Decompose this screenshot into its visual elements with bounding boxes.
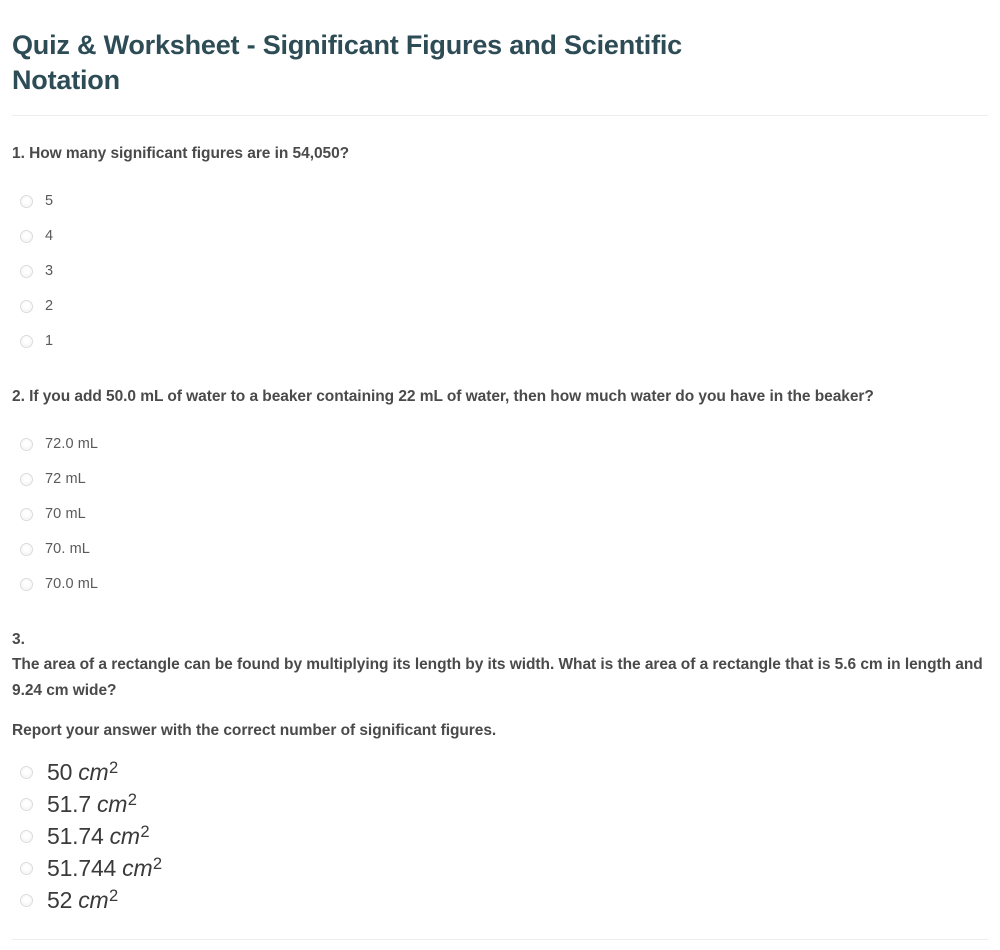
question-subtext-3: Report your answer with the correct numb…: [12, 721, 497, 739]
radio-button-icon[interactable]: [20, 300, 33, 314]
option-label: 70. mL: [45, 541, 90, 558]
radio-button-icon[interactable]: [20, 543, 33, 557]
option-item[interactable]: 5: [12, 184, 988, 219]
option-label: 72 mL: [45, 471, 86, 488]
option-item[interactable]: 70 mL: [12, 497, 988, 532]
page-title: Quiz & Worksheet - Significant Figures a…: [12, 30, 683, 95]
option-value: 51.74: [47, 823, 104, 850]
option-label: 70.0 mL: [45, 576, 99, 593]
radio-button-icon[interactable]: [20, 195, 33, 209]
option-unit: cm: [122, 855, 153, 882]
option-exponent: 2: [108, 886, 118, 906]
option-item[interactable]: 72 mL: [12, 462, 988, 497]
option-label: 3: [45, 263, 54, 280]
option-unit: cm: [78, 759, 109, 786]
option-label: 50 cm2: [47, 757, 118, 788]
option-item[interactable]: 2: [12, 289, 988, 324]
radio-button-icon[interactable]: [20, 335, 33, 349]
option-label: 4: [45, 228, 54, 245]
options-list-1: 5 4 3 2 1: [12, 184, 988, 359]
radio-button-icon[interactable]: [20, 798, 33, 812]
option-item[interactable]: 4: [12, 219, 988, 254]
question-block-3: 3. The area of a rectangle can be found …: [12, 627, 988, 916]
option-unit: cm: [109, 823, 140, 850]
question-body-3: The area of a rectangle can be found by …: [12, 656, 983, 699]
option-item[interactable]: 1: [12, 324, 988, 359]
option-item[interactable]: 52 cm2: [12, 885, 988, 917]
radio-button-icon[interactable]: [20, 508, 33, 522]
radio-button-icon[interactable]: [20, 473, 33, 487]
radio-button-icon[interactable]: [20, 230, 33, 244]
option-exponent: 2: [127, 790, 137, 810]
option-value: 51.7: [47, 791, 91, 818]
question-block-1: 1. How many significant figures are in 5…: [12, 141, 988, 359]
radio-button-icon[interactable]: [20, 862, 33, 876]
option-label: 72.0 mL: [45, 436, 99, 453]
question-number-3: 3.: [12, 631, 25, 649]
radio-button-icon[interactable]: [20, 265, 33, 279]
options-list-3: 50 cm2 51.7 cm2 51.74 cm2 51.744 cm2 52 cm2: [12, 757, 988, 917]
option-item[interactable]: 51.74 cm2: [12, 821, 988, 853]
option-item[interactable]: 50 cm2: [12, 757, 988, 789]
option-value: 52: [47, 887, 73, 914]
option-value: 50: [47, 759, 73, 786]
option-label: 1: [45, 333, 54, 350]
question-prompt-2: 2. If you add 50.0 mL of water to a beak…: [12, 388, 874, 406]
quiz-page: Quiz & Worksheet - Significant Figures a…: [0, 0, 1000, 950]
option-item[interactable]: 51.7 cm2: [12, 789, 988, 821]
option-exponent: 2: [140, 822, 150, 842]
option-item[interactable]: 72.0 mL: [12, 427, 988, 462]
option-item[interactable]: 70. mL: [12, 532, 988, 567]
option-label: 52 cm2: [47, 885, 118, 916]
option-label: 51.744 cm2: [47, 853, 162, 884]
option-unit: cm: [78, 887, 109, 914]
question-block-2: 2. If you add 50.0 mL of water to a beak…: [12, 384, 988, 602]
option-exponent: 2: [152, 854, 162, 874]
option-unit: cm: [96, 791, 128, 818]
option-value: 51.744: [47, 855, 117, 882]
title-divider: [12, 115, 988, 117]
radio-button-icon[interactable]: [20, 438, 33, 452]
option-label: 51.74 cm2: [47, 821, 150, 852]
radio-button-icon[interactable]: [20, 766, 33, 780]
question-prompt-1: 1. How many significant figures are in 5…: [12, 145, 350, 163]
radio-button-icon[interactable]: [20, 894, 33, 908]
option-item[interactable]: 3: [12, 254, 988, 289]
radio-button-icon[interactable]: [20, 830, 33, 844]
option-item[interactable]: 70.0 mL: [12, 567, 988, 602]
option-label: 51.7 cm2: [47, 789, 137, 820]
option-label: 5: [45, 193, 54, 210]
option-label: 2: [45, 298, 54, 315]
radio-button-icon[interactable]: [20, 578, 33, 592]
options-list-2: 72.0 mL 72 mL 70 mL 70. mL 70.0 mL: [12, 427, 988, 602]
option-item[interactable]: 51.744 cm2: [12, 853, 988, 885]
option-exponent: 2: [108, 758, 118, 778]
option-label: 70 mL: [45, 506, 86, 523]
footer-divider: [12, 939, 988, 940]
